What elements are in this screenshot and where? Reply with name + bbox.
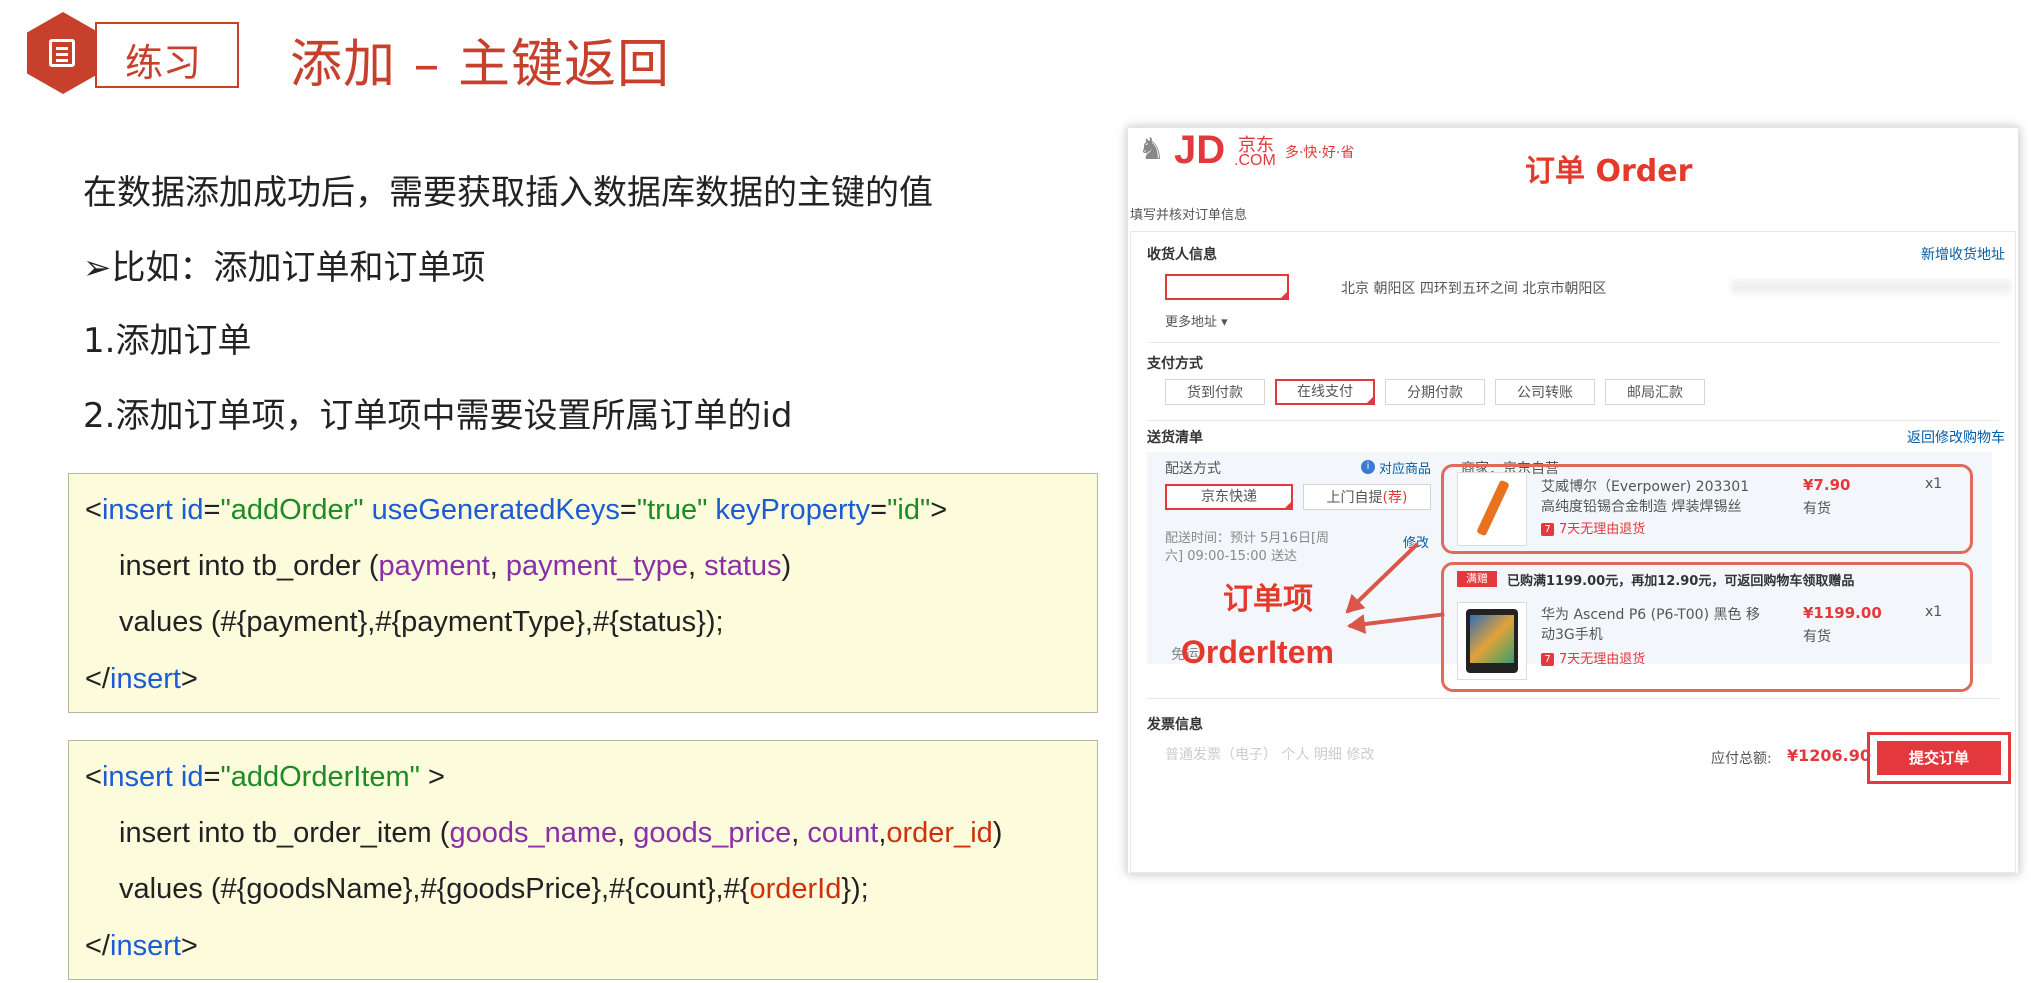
ship-time: 配送时间：预计 5月16日[周六] 09:00-15:00 送达 xyxy=(1165,531,1330,564)
receiver-title: 收货人信息 xyxy=(1147,247,1217,263)
receiver-selected[interactable] xyxy=(1165,274,1289,300)
pay-option-postal[interactable]: 邮局汇款 xyxy=(1605,379,1705,405)
ship-title: 配送方式 xyxy=(1165,461,1221,477)
return-policy-1: 7 7天无理由退货 xyxy=(1541,518,1645,537)
bullet-4: 2.添加订单项，订单项中需要设置所属订单的id xyxy=(83,396,793,436)
bullet-3: 1.添加订单 xyxy=(83,321,252,361)
item2-price: ¥1199.00 xyxy=(1803,604,1882,622)
return-icon: 7 xyxy=(1541,523,1554,536)
annotation-order-item-cn: 订单项 xyxy=(1223,582,1313,617)
invoice-title: 发票信息 xyxy=(1147,717,1203,733)
code-line: <insert id="addOrder" useGeneratedKeys="… xyxy=(85,494,948,526)
document-icon xyxy=(27,12,99,94)
promo-tag: 满赠 xyxy=(1457,571,1497,587)
new-address-link[interactable]: 新增收货地址 xyxy=(1921,244,2005,264)
code-line: </insert> xyxy=(85,930,198,962)
pay-option-installment[interactable]: 分期付款 xyxy=(1385,379,1485,405)
back-cart-link[interactable]: 返回修改购物车 xyxy=(1907,427,2005,447)
page-heading: 填写并核对订单信息 xyxy=(1130,208,1248,223)
invoice-detail: 普通发票（电子） 个人 明细 修改 xyxy=(1165,747,1375,763)
section-tag-label: 练习 xyxy=(125,41,202,85)
jd-logo-dotcom: .COM xyxy=(1234,152,1276,169)
goods-link[interactable]: 对应商品 xyxy=(1379,458,1431,477)
bullet-1: 在数据添加成功后，需要获取插入数据库数据的主键的值 xyxy=(83,173,933,213)
product-image-phone xyxy=(1457,602,1527,680)
dog-logo-icon: ♞ xyxy=(1138,132,1165,167)
info-icon: i xyxy=(1361,460,1375,474)
item1-desc: 高纯度铅锡合金制造 焊装焊锡丝 xyxy=(1541,499,1742,515)
page-title: 添加 – 主键返回 xyxy=(290,35,671,95)
more-address-link[interactable]: 更多地址 ▾ xyxy=(1165,311,1228,330)
pay-option-online[interactable]: 在线支付 xyxy=(1275,379,1375,405)
code-line: insert into tb_order (payment, payment_t… xyxy=(119,550,792,582)
item1-qty: x1 xyxy=(1925,476,1943,492)
annotation-order-item-en: OrderItem xyxy=(1181,634,1334,670)
pickup-label: 上门自提 xyxy=(1326,490,1383,506)
order-form: 收货人信息 新增收货地址 北京 朝阳区 四环到五环之间 北京市朝阳区 更多地址 … xyxy=(1130,231,2016,873)
code-block-add-order: <insert id="addOrder" useGeneratedKeys="… xyxy=(68,473,1098,713)
item2-stock: 有货 xyxy=(1803,629,1831,645)
code-block-add-order-item: <insert id="addOrderItem" > insert into … xyxy=(68,740,1098,980)
item1-price: ¥7.90 xyxy=(1803,476,1851,494)
address-redaction xyxy=(1731,280,2011,294)
code-line: values (#{goodsName},#{goodsPrice},#{cou… xyxy=(119,873,869,905)
code-line: values (#{payment},#{paymentType},#{stat… xyxy=(119,606,724,638)
ship-option-pickup[interactable]: 上门自提(荐) xyxy=(1303,484,1431,510)
annotation-order: 订单 Order xyxy=(1525,154,1693,189)
item2-qty: x1 xyxy=(1925,604,1943,620)
item2-desc: 动3G手机 xyxy=(1541,627,1603,643)
return-policy-2: 7 7天无理由退货 xyxy=(1541,648,1645,667)
item1-name[interactable]: 艾威博尔（Everpower) 203301 xyxy=(1541,476,1749,496)
return-icon: 7 xyxy=(1541,653,1554,666)
pay-option-cod[interactable]: 货到付款 xyxy=(1165,379,1265,405)
bullet-2: ➢比如：添加订单和订单项 xyxy=(83,248,486,288)
section-tag: 练习 xyxy=(95,22,239,88)
pay-title: 支付方式 xyxy=(1147,356,1203,372)
recommended-tag: (荐) xyxy=(1382,490,1408,506)
total-value: ¥1206.90 xyxy=(1787,746,1872,765)
code-line: <insert id="addOrderItem" > xyxy=(85,761,445,793)
submit-order-button[interactable]: 提交订单 xyxy=(1877,741,2001,775)
jd-logo: JD xyxy=(1174,128,1226,172)
item1-stock: 有货 xyxy=(1803,501,1831,517)
list-title: 送货清单 xyxy=(1147,430,1203,446)
code-line: insert into tb_order_item (goods_name, g… xyxy=(119,817,1003,849)
ship-option-jd[interactable]: 京东快递 xyxy=(1165,484,1293,510)
jd-slogan: 多·快·好·省 xyxy=(1285,145,1355,161)
pay-option-transfer[interactable]: 公司转账 xyxy=(1495,379,1595,405)
jd-checkout-screenshot: ♞ JD 京东 .COM 多·快·好·省 订单 Order 填写并核对订单信息 … xyxy=(1127,127,2019,874)
item2-name[interactable]: 华为 Ascend P6 (P6-T00) 黑色 移 xyxy=(1541,604,1760,624)
address-text: 北京 朝阳区 四环到五环之间 北京市朝阳区 xyxy=(1341,281,1607,297)
promo-text: 已购满1199.00元，再加12.90元，可返回购物车领取赠品 xyxy=(1507,574,1855,589)
code-line: </insert> xyxy=(85,663,198,695)
product-image-solder xyxy=(1457,472,1527,546)
total-label: 应付总额: xyxy=(1711,751,1772,767)
